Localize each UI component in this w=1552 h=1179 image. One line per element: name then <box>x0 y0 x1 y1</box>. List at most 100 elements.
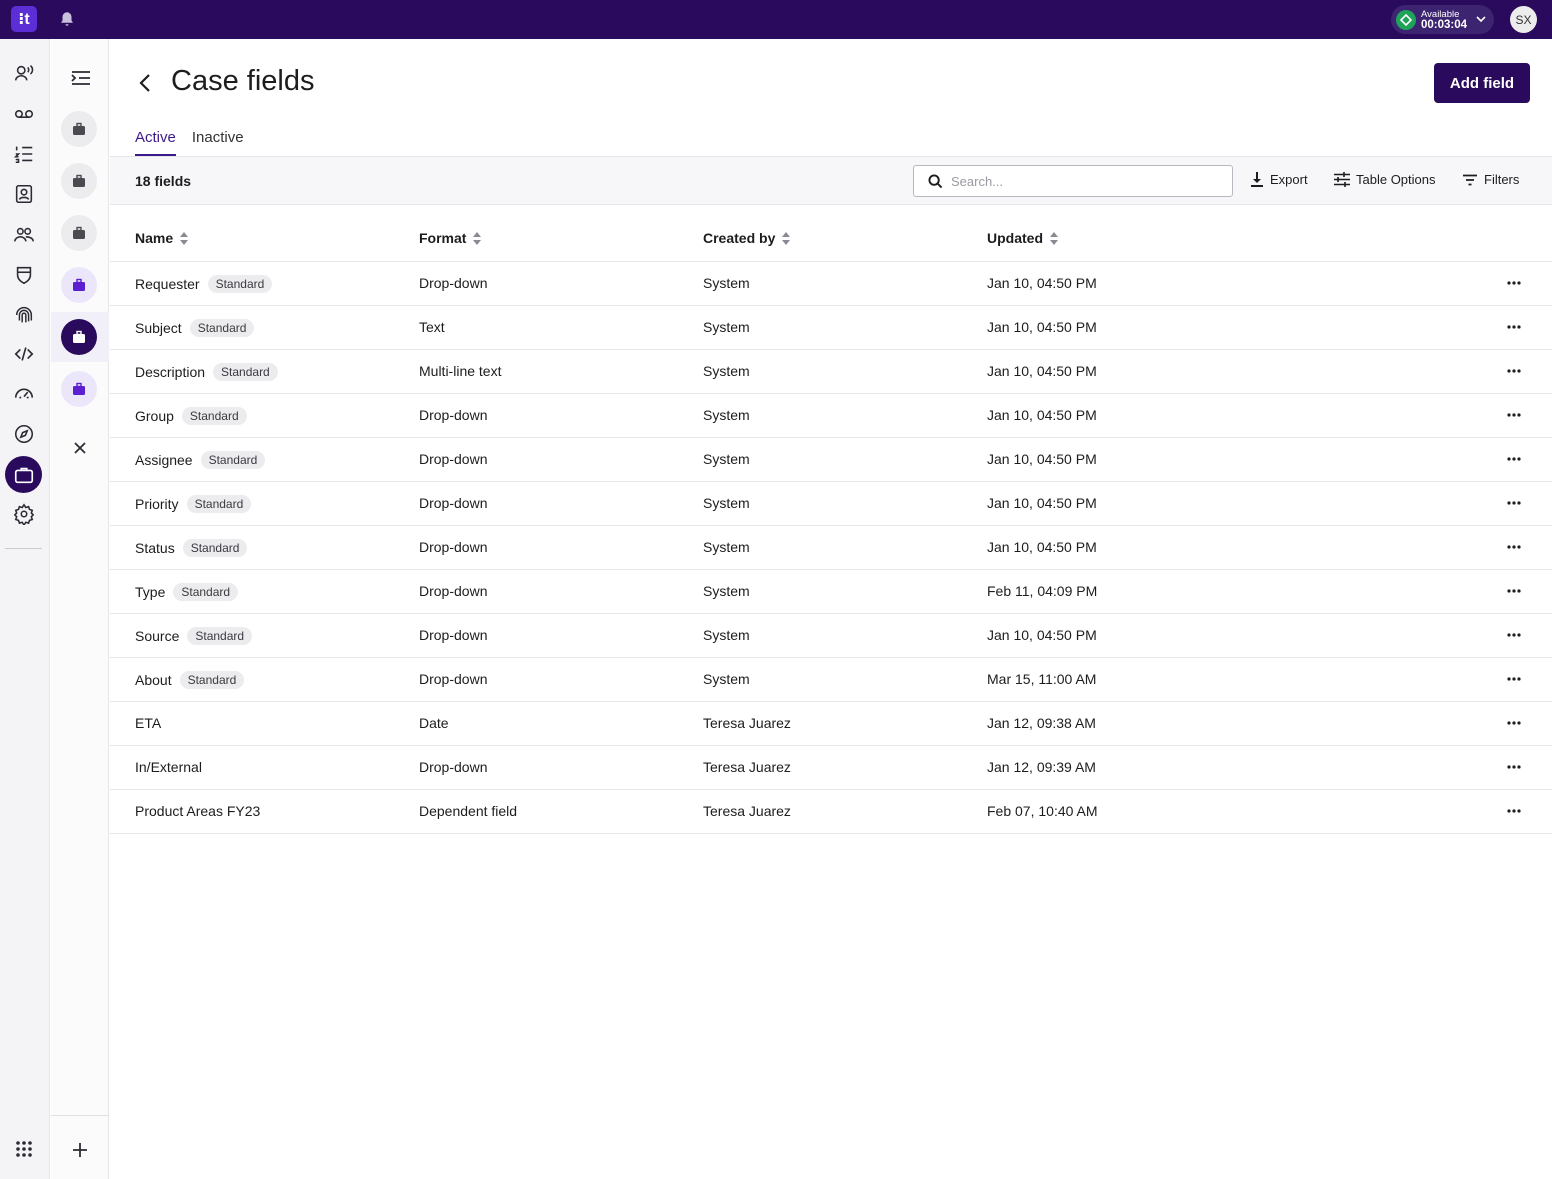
people-icon[interactable] <box>12 223 36 247</box>
filters-button[interactable]: Filters <box>1462 172 1519 187</box>
table-row[interactable]: Description Standard Multi-line text System… <box>110 350 1552 394</box>
cell-created-by: System <box>703 407 750 423</box>
search-icon <box>928 173 943 188</box>
table-options-button[interactable]: Table Options <box>1334 172 1436 187</box>
column-header-name[interactable]: Name <box>135 230 189 246</box>
cell-created-by: System <box>703 363 750 379</box>
compass-icon[interactable] <box>12 422 36 446</box>
filters-label: Filters <box>1484 172 1520 187</box>
app-logo[interactable]: ⁝t <box>11 6 37 32</box>
briefcase-icon <box>73 382 85 395</box>
case-tab-3[interactable] <box>61 215 97 251</box>
more-options-icon[interactable] <box>1504 801 1524 821</box>
standard-badge: Standard <box>186 495 252 513</box>
table-row[interactable]: Priority Standard Drop-down System Jan 10, 0… <box>110 482 1552 526</box>
field-name: Product Areas FY23 <box>135 803 261 819</box>
table-row[interactable]: In/External Drop-down Teresa Juarez Jan 12,… <box>110 746 1552 790</box>
field-name: In/External <box>135 759 202 775</box>
table-row[interactable]: Type Standard Drop-down System Feb 11, 04:09… <box>110 570 1552 614</box>
tab-active[interactable]: Active <box>135 129 176 157</box>
fingerprint-icon[interactable] <box>12 303 36 327</box>
shield-icon[interactable] <box>12 263 36 287</box>
availability-status[interactable]: Available 00:03:04 <box>1391 5 1494 34</box>
table-row[interactable]: Source Standard Drop-down System Jan 10, 04:… <box>110 614 1552 658</box>
case-tab-2[interactable] <box>61 163 97 199</box>
avatar[interactable]: SX <box>1510 6 1537 33</box>
field-count: 18 fields <box>135 173 192 189</box>
more-options-icon[interactable] <box>1504 273 1524 293</box>
more-options-icon[interactable] <box>1504 537 1524 557</box>
back-arrow-icon[interactable] <box>135 71 155 95</box>
cell-created-by: System <box>703 451 750 467</box>
collapse-menu-icon[interactable] <box>71 69 91 87</box>
export-button[interactable]: Export <box>1250 172 1308 187</box>
bell-icon[interactable] <box>58 10 76 28</box>
more-options-icon[interactable] <box>1504 757 1524 777</box>
cell-created-by: System <box>703 627 750 643</box>
standard-badge: Standard <box>207 275 273 293</box>
briefcase-icon <box>73 122 85 135</box>
contacts-icon[interactable] <box>12 182 36 206</box>
more-options-icon[interactable] <box>1504 713 1524 733</box>
cell-updated: Feb 07, 10:40 AM <box>987 803 1098 819</box>
table-row[interactable]: Status Standard Drop-down System Jan 10, 04:… <box>110 526 1552 570</box>
more-options-icon[interactable] <box>1504 361 1524 381</box>
apps-grid-icon[interactable] <box>12 1137 36 1161</box>
more-options-icon[interactable] <box>1504 669 1524 689</box>
export-label: Export <box>1270 172 1308 187</box>
plus-icon[interactable] <box>72 1142 88 1158</box>
field-name: Status <box>135 540 175 556</box>
add-field-button[interactable]: Add field <box>1434 63 1530 103</box>
close-icon[interactable] <box>73 441 87 455</box>
table-options-label: Table Options <box>1356 172 1436 187</box>
list-icon[interactable] <box>12 142 36 166</box>
standard-badge: Standard <box>181 407 247 425</box>
column-header-format[interactable]: Format <box>419 230 482 246</box>
cell-format: Drop-down <box>419 275 488 291</box>
rail-divider <box>5 548 42 549</box>
more-options-icon[interactable] <box>1504 405 1524 425</box>
cell-updated: Jan 10, 04:50 PM <box>987 539 1097 555</box>
sort-icon <box>180 231 189 245</box>
table-row[interactable]: Product Areas FY23 Dependent field Teresa … <box>110 790 1552 834</box>
code-icon[interactable] <box>12 342 36 366</box>
column-header-updated[interactable]: Updated <box>987 230 1059 246</box>
table-row[interactable]: Assignee Standard Drop-down System Jan 10, 0… <box>110 438 1552 482</box>
more-options-icon[interactable] <box>1504 317 1524 337</box>
speed-icon[interactable] <box>12 381 36 405</box>
case-tab-4[interactable] <box>61 267 97 303</box>
cell-format: Date <box>419 715 449 731</box>
cell-updated: Mar 15, 11:00 AM <box>987 671 1097 687</box>
more-options-icon[interactable] <box>1504 493 1524 513</box>
gear-icon[interactable] <box>12 502 36 526</box>
more-options-icon[interactable] <box>1504 449 1524 469</box>
search-box[interactable] <box>913 165 1233 197</box>
tab-inactive[interactable]: Inactive <box>192 129 244 157</box>
cell-updated: Jan 10, 04:50 PM <box>987 451 1097 467</box>
cell-format: Drop-down <box>419 583 488 599</box>
more-options-icon[interactable] <box>1504 625 1524 645</box>
sliders-icon <box>1334 172 1350 187</box>
field-name: ETA <box>135 715 162 731</box>
table-row[interactable]: ETA Date Teresa Juarez Jan 12, 09:38 AM <box>110 702 1552 746</box>
case-tab-6[interactable] <box>61 371 97 407</box>
voicemail-icon[interactable] <box>12 102 36 126</box>
case-tab-5-active[interactable] <box>61 319 97 355</box>
voice-agent-icon[interactable] <box>12 61 36 85</box>
cell-updated: Jan 10, 04:50 PM <box>987 627 1097 643</box>
table-row[interactable]: Requester Standard Drop-down System Jan 10, … <box>110 262 1552 306</box>
case-tab-1[interactable] <box>61 111 97 147</box>
briefcase-icon <box>73 330 85 343</box>
table-row[interactable]: About Standard Drop-down System Mar 15, 11:0… <box>110 658 1552 702</box>
more-options-icon[interactable] <box>1504 581 1524 601</box>
search-input[interactable] <box>951 173 1211 189</box>
column-header-created-by[interactable]: Created by <box>703 230 791 246</box>
page-title: Case fields <box>171 65 315 97</box>
briefcase-icon[interactable] <box>5 456 42 493</box>
cell-name: Requester Standard <box>135 275 273 293</box>
main-content: Case fields Add field Active Inactive 18… <box>110 39 1552 1179</box>
table-row[interactable]: Group Standard Drop-down System Jan 10, 04:5… <box>110 394 1552 438</box>
cell-created-by: System <box>703 583 750 599</box>
table-row[interactable]: Subject Standard Text System Jan 10, 04:50 P… <box>110 306 1552 350</box>
standard-badge: Standard <box>182 539 248 557</box>
